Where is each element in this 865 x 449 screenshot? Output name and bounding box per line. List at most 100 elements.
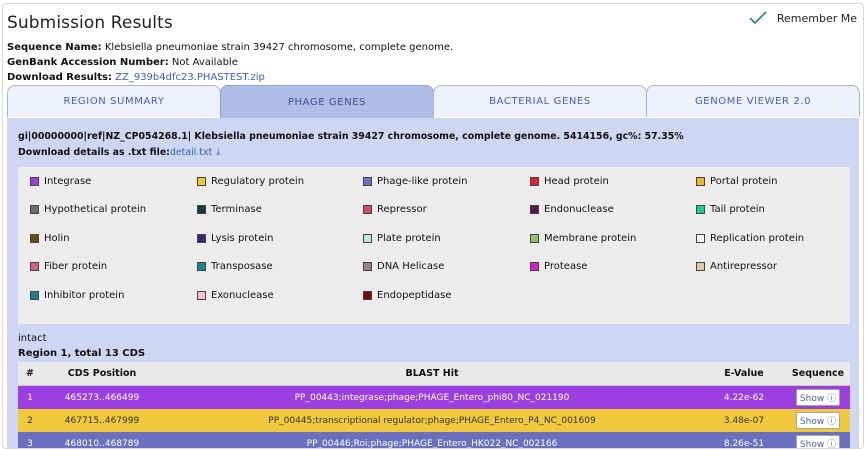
tab-bacterial-genes[interactable]: BACTERIAL GENES xyxy=(433,85,647,117)
cell-number: 3 xyxy=(27,438,33,449)
legend-swatch xyxy=(197,177,206,186)
download-details-label: Download details as .txt file: xyxy=(18,147,170,158)
legend-swatch xyxy=(696,262,705,271)
legend-swatch xyxy=(696,177,705,186)
legend-swatch xyxy=(530,234,539,243)
legend-item: Holin xyxy=(30,233,70,244)
cell-blast-hit: PP_00446;Roi;phage;PHAGE_Entero_HK022_NC… xyxy=(306,438,558,449)
legend-item: Terminase xyxy=(197,204,262,215)
legend-label: Inhibitor protein xyxy=(44,290,125,301)
cds-table: # CDS Position BLAST Hit E-Value Sequenc… xyxy=(18,362,850,449)
sequence-name-label: Sequence Name: xyxy=(7,42,102,53)
region-title: Region 1, total 13 CDS xyxy=(18,348,146,359)
sequence-name-value: Klebsiella pneumoniae strain 39427 chrom… xyxy=(104,42,454,53)
phage-genes-panel: gi|00000000|ref|NZ_CP054268.1| Klebsiell… xyxy=(7,118,859,449)
legend-label: Holin xyxy=(44,233,70,244)
legend-item: Exonuclease xyxy=(197,290,274,301)
legend-swatch xyxy=(197,262,206,271)
legend-swatch xyxy=(30,205,39,214)
legend-swatch xyxy=(30,177,39,186)
cell-evalue: 4.22e-62 xyxy=(723,392,765,403)
show-sequence-label: Show xyxy=(799,394,825,404)
download-results-link[interactable]: ZZ_939b4dfc23.PHASTEST.zip xyxy=(115,72,265,83)
legend-label: Terminase xyxy=(211,204,262,215)
table-row: 1 465273..466499 PP_00443;integrase;phage;… xyxy=(18,385,850,409)
cell-sequence: Show ⓘ xyxy=(786,409,850,432)
cell-cds-position: 465273..466499 xyxy=(64,392,140,403)
legend-item: Regulatory protein xyxy=(197,176,304,187)
legend-item: Repressor xyxy=(363,204,427,215)
legend-item: Membrane protein xyxy=(530,233,636,244)
legend-label: Phage-like protein xyxy=(377,176,468,187)
legend-label: Membrane protein xyxy=(544,233,637,244)
tab-region-summary[interactable]: REGION SUMMARY xyxy=(7,85,221,117)
legend-item: Inhibitor protein xyxy=(30,290,124,301)
col-cds-position: CDS Position xyxy=(42,362,162,386)
checkmark-icon xyxy=(749,11,767,25)
cell-cds-position: 468010..468789 xyxy=(64,438,140,449)
legend-swatch xyxy=(530,205,539,214)
legend-item: Portal protein xyxy=(696,176,777,187)
download-details-link[interactable]: detail.txt xyxy=(170,147,212,158)
legend-item: Protease xyxy=(530,261,587,272)
legend-label: Endopeptidase xyxy=(377,290,452,301)
cell-evalue: 3.48e-07 xyxy=(723,415,765,426)
legend-label: Fiber protein xyxy=(44,261,108,272)
table-row: 2 467715..467999 PP_00445;transcriptional … xyxy=(18,409,850,432)
legend-label: Plate protein xyxy=(377,233,441,244)
table-row: 3 468010..468789 PP_00446;Roi;phage;PHAGE_… xyxy=(18,432,850,449)
tab-genome-viewer[interactable]: GENOME VIEWER 2.0 xyxy=(646,85,860,117)
page-title: Submission Results xyxy=(7,13,173,33)
legend-label: Protease xyxy=(544,261,588,272)
remember-me-label: Remember Me xyxy=(776,11,857,25)
col-number: # xyxy=(18,362,42,386)
download-icon[interactable]: ⤓ xyxy=(216,147,220,158)
show-sequence-button[interactable]: Show ⓘ xyxy=(795,389,841,406)
region-status: intact xyxy=(18,333,47,344)
show-sequence-button[interactable]: Show ⓘ xyxy=(795,412,841,429)
protein-legend: Integrase Regulatory protein Phage-like pr… xyxy=(18,167,850,324)
cell-blast-hit: PP_00443;integrase;phage;PHAGE_Entero_ph… xyxy=(294,392,570,403)
legend-item: Fiber protein xyxy=(30,261,107,272)
legend-item: Replication protein xyxy=(696,233,804,244)
cell-cds-position: 467715..467999 xyxy=(64,415,140,426)
tab-bar: REGION SUMMARY PHAGE GENES BACTERIAL GEN… xyxy=(7,85,860,118)
legend-item: DNA Helicase xyxy=(363,261,444,272)
legend-swatch xyxy=(197,234,206,243)
remember-me[interactable]: Remember Me xyxy=(749,11,857,25)
legend-label: Hypothetical protein xyxy=(44,204,147,215)
legend-swatch xyxy=(363,234,372,243)
legend-item: Plate protein xyxy=(363,233,441,244)
legend-swatch xyxy=(197,205,206,214)
legend-item: Tail protein xyxy=(696,204,765,215)
legend-swatch xyxy=(30,234,39,243)
legend-label: Replication protein xyxy=(710,233,805,244)
show-sequence-label: Show xyxy=(799,440,825,449)
legend-item: Transposase xyxy=(197,261,273,272)
legend-swatch xyxy=(363,262,372,271)
legend-swatch xyxy=(363,205,372,214)
legend-swatch xyxy=(30,291,39,300)
legend-label: Head protein xyxy=(544,176,609,187)
legend-swatch xyxy=(30,262,39,271)
cell-number: 1 xyxy=(27,392,33,403)
legend-swatch xyxy=(363,291,372,300)
legend-label: Regulatory protein xyxy=(211,176,305,187)
legend-item: Endonuclease xyxy=(530,204,614,215)
legend-label: Endonuclease xyxy=(544,204,614,215)
legend-swatch xyxy=(530,262,539,271)
legend-item: Endopeptidase xyxy=(363,290,452,301)
info-icon: ⓘ xyxy=(824,417,837,427)
legend-label: Transposase xyxy=(211,261,273,272)
page-frame: Submission Results Remember Me Sequence … xyxy=(2,3,864,449)
legend-swatch xyxy=(696,234,705,243)
legend-label: Lysis protein xyxy=(211,233,274,244)
legend-item: Integrase xyxy=(30,176,91,187)
genome-header: gi|00000000|ref|NZ_CP054268.1| Klebsiell… xyxy=(18,131,684,142)
accession-value: Not Available xyxy=(171,57,238,68)
legend-swatch xyxy=(197,291,206,300)
info-icon: ⓘ xyxy=(824,394,837,404)
accession-label: GenBank Accession Number: xyxy=(7,57,169,68)
legend-swatch xyxy=(696,205,705,214)
tab-phage-genes[interactable]: PHAGE GENES xyxy=(220,85,434,118)
